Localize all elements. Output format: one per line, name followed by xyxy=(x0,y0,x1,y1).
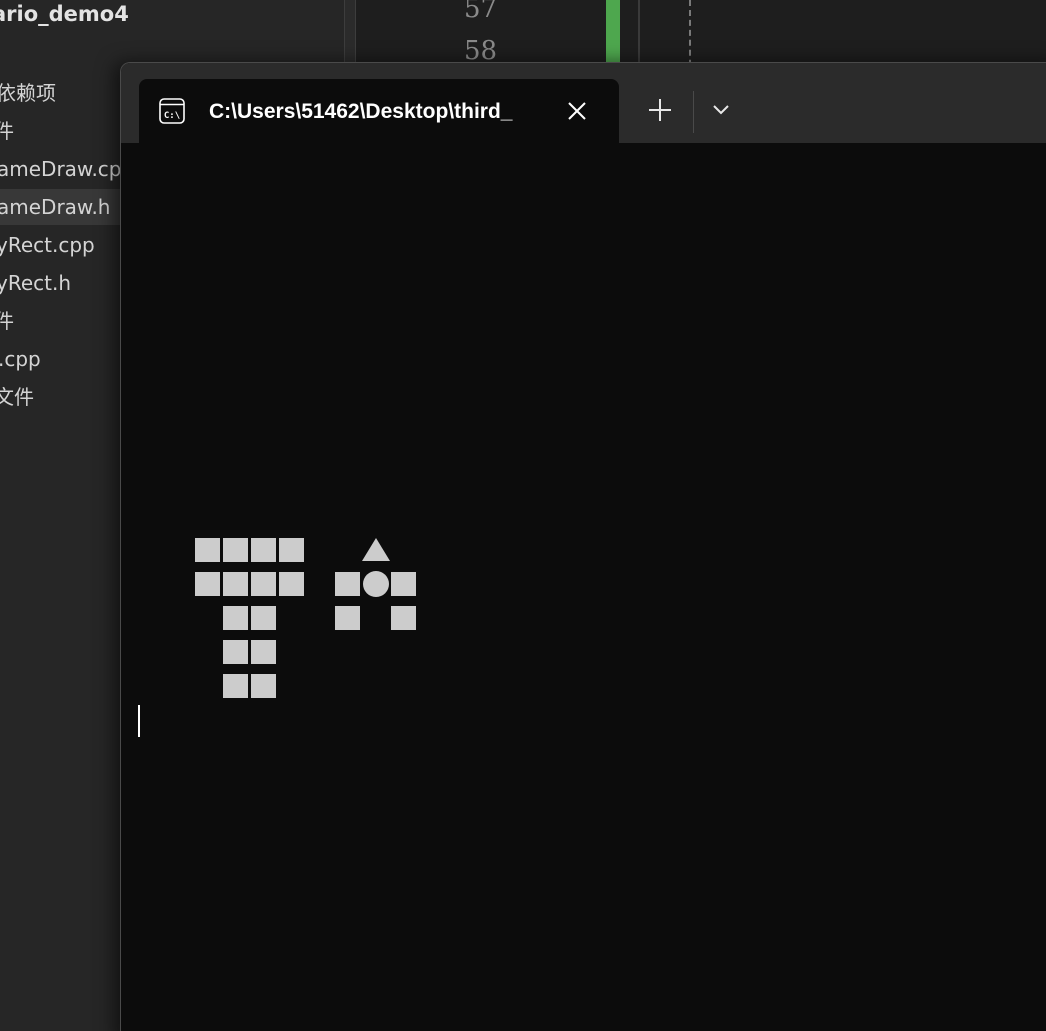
glyph-square xyxy=(223,640,248,664)
glyph-square xyxy=(251,572,276,596)
line-number: 57 xyxy=(464,0,498,24)
glyph-square xyxy=(279,572,304,596)
glyph-square xyxy=(251,640,276,664)
glyph-square xyxy=(195,538,220,562)
glyph-square xyxy=(251,674,276,698)
text-cursor xyxy=(138,705,140,737)
glyph-square xyxy=(223,606,248,630)
terminal-tab-bar: C:\ C:\Users\51462\Desktop\third_ xyxy=(121,63,1046,145)
terminal-window: C:\ C:\Users\51462\Desktop\third_ xyxy=(120,62,1046,1031)
desktop-screen: ario_demo4 依赖项 件 ameDraw.cp ameDraw.h yR… xyxy=(0,0,1046,1031)
glyph-square xyxy=(251,606,276,630)
close-icon[interactable] xyxy=(563,97,591,125)
terminal-icon: C:\ xyxy=(159,98,185,124)
chevron-down-icon[interactable] xyxy=(706,95,736,125)
glyph-square xyxy=(279,538,304,562)
glyph-square xyxy=(223,572,248,596)
terminal-output-area[interactable] xyxy=(121,143,1046,1031)
project-title: ario_demo4 xyxy=(0,2,129,26)
glyph-square xyxy=(223,674,248,698)
tab-title: C:\Users\51462\Desktop\third_ xyxy=(209,100,513,123)
glyph-square xyxy=(391,572,416,596)
glyph-square xyxy=(335,606,360,630)
terminal-icon-text: C:\ xyxy=(164,111,180,121)
tab-bar-separator xyxy=(693,91,694,133)
glyph-square xyxy=(195,572,220,596)
glyph-triangle xyxy=(362,538,390,561)
terminal-tab[interactable]: C:\ C:\Users\51462\Desktop\third_ xyxy=(139,79,619,145)
plus-icon[interactable] xyxy=(643,93,677,127)
glyph-square xyxy=(223,538,248,562)
glyph-circle xyxy=(363,571,389,597)
glyph-square xyxy=(251,538,276,562)
glyph-square xyxy=(335,572,360,596)
glyph-square xyxy=(391,606,416,630)
